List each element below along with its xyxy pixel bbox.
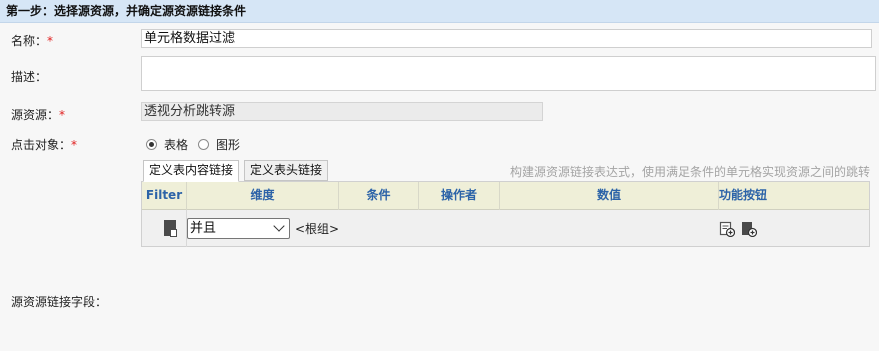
filter-cell — [142, 210, 187, 247]
desc-label: 描述： — [11, 70, 48, 84]
col-value: 数值 — [500, 182, 719, 210]
radio-selected-icon[interactable] — [146, 139, 157, 150]
desc-textarea[interactable] — [141, 56, 876, 91]
col-operator: 操作者 — [419, 182, 500, 210]
name-label: 名称：* — [11, 34, 54, 48]
add-condition-icon[interactable] — [719, 221, 735, 237]
source-label: 源资源：* — [11, 108, 66, 122]
required-mark: * — [59, 108, 66, 122]
add-group-icon[interactable] — [741, 221, 757, 237]
radio-chart[interactable]: 图形 — [198, 136, 240, 153]
doc-icon[interactable] — [164, 220, 177, 237]
click-target-label: 点击对象：* — [11, 138, 78, 152]
radio-unselected-icon[interactable] — [198, 139, 209, 150]
radio-table-label: 表格 — [164, 138, 189, 152]
radio-chart-label: 图形 — [216, 138, 241, 152]
condition-grid: Filter 维度 条件 操作者 数值 功能按钮 并且 <根组> — [141, 181, 870, 247]
radio-table[interactable]: 表格 — [146, 136, 188, 153]
tab-content-link[interactable]: 定义表内容链接 — [143, 160, 240, 182]
name-input[interactable]: 单元格数据过滤 — [141, 29, 872, 48]
link-field-label: 源资源链接字段： — [11, 295, 108, 309]
logic-select[interactable]: 并且 — [187, 218, 290, 239]
grid-header: Filter 维度 条件 操作者 数值 功能按钮 — [142, 182, 869, 210]
tab-header-link[interactable]: 定义表头链接 — [244, 160, 329, 181]
logic-select-value: 并且 — [190, 221, 217, 236]
col-condition: 条件 — [339, 182, 419, 210]
table-row: 并且 <根组> — [142, 210, 869, 247]
required-mark: * — [71, 138, 78, 152]
col-dimension: 维度 — [187, 182, 339, 210]
required-mark: * — [47, 34, 54, 48]
root-group-label: <根组> — [295, 222, 340, 236]
chevron-down-icon — [273, 220, 285, 232]
col-filter: Filter — [142, 182, 187, 210]
hint-text: 构建源资源链接表达式，使用满足条件的单元格实现资源之间的跳转 — [509, 165, 870, 179]
step-header: 第一步：选择源资源，并确定源资源链接条件 — [0, 0, 879, 23]
source-input[interactable]: 透视分析跳转源 — [141, 102, 543, 121]
col-actions: 功能按钮 — [719, 188, 768, 202]
